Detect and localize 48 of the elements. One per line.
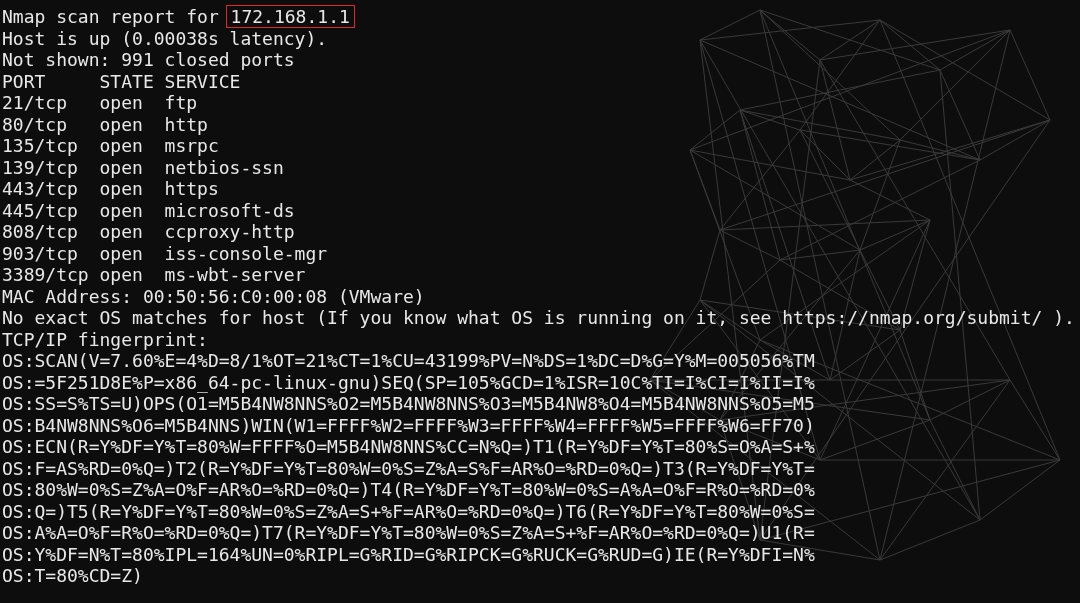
table-cell: http (164, 113, 208, 135)
table-cell-text: 135/tcp (2, 135, 79, 157)
table-cell-text: open (99, 156, 144, 178)
table-cell: msrpc (164, 135, 219, 157)
table-cell-text: 80/tcp (2, 113, 69, 135)
table-cell-text: open (99, 135, 144, 157)
table-cell-text: 21/tcp (2, 92, 69, 114)
fingerprint-line: OS:Y%DF=N%T=80%IPL=164%UN=0%RIPL=G%RID=G%RIPCK=G%RUCK=G%RUD=G)IE(R=Y%DFI=N% (2, 543, 815, 565)
table-cell: ms-wbt-server (164, 264, 306, 286)
fingerprint-line: OS:A%A=O%F=R%O=%RD=0%Q=)T7(R=Y%DF=Y%T=80%W=0%S=Z%A=S+%F=AR%O=%RD=0%Q=)U1(R= (2, 522, 815, 544)
output-line: Host is up (0.00038s latency). (2, 27, 328, 49)
table-cell-text: open (99, 92, 144, 114)
fingerprint-line: OS:80%W=0%S=Z%A=O%F=AR%O=%RD=0%Q=)T4(R=Y%DF=Y%T=80%W=0%S=A%A=O%F=R%O=%RD=0% (2, 479, 815, 501)
table-cell: iss-console-mgr (164, 242, 328, 264)
output-line: Not shown: 991 closed ports (2, 49, 295, 71)
column-header: PORT (2, 70, 47, 92)
output-line: No exact OS matches for host (If you know what OS is running on it, see https://nmap.org/submit/ ). (2, 307, 1075, 329)
table-cell-text: 903/tcp (2, 242, 79, 264)
fingerprint-line: OS:F=AS%RD=0%Q=)T2(R=Y%DF=Y%T=80%W=0%S=Z%A=S%F=AR%O=%RD=0%Q=)T3(R=Y%DF=Y%T= (2, 457, 815, 479)
table-cell-text: 3389/tcp (2, 264, 90, 286)
column-header: SERVICE (164, 70, 241, 92)
output-line: MAC Address: 00:50:56:C0:00:08 (VMware) (2, 285, 425, 307)
table-cell: ftp (164, 92, 198, 114)
host-address: 172.168.1.1 (225, 5, 355, 28)
table-cell: microsoft-ds (164, 199, 295, 221)
table-cell-text: open (99, 199, 144, 221)
fingerprint-line: OS:B4NW8NNS%O6=M5B4NNS)WIN(W1=FFFF%W2=FFFF%W3=FFFF%W4=FFFF%W5=FFFF%W6=FF70) (2, 414, 815, 436)
table-cell-text: open (99, 221, 144, 243)
table-cell-text: open (99, 178, 144, 200)
table-cell-text: open (99, 242, 144, 264)
column-header: STATE (99, 70, 155, 92)
fingerprint-line: OS:Q=)T5(R=Y%DF=Y%T=80%W=0%S=Z%A=S+%F=AR%O=%RD=0%Q=)T6(R=Y%DF=Y%T=80%W=0%S= (2, 500, 815, 522)
table-cell: https (164, 178, 219, 200)
table-cell-text: open (99, 264, 144, 286)
table-cell: netbios-ssn (164, 156, 284, 178)
table-cell-text: 808/tcp (2, 221, 79, 243)
table-cell-text: 445/tcp (2, 199, 79, 221)
fingerprint-line: OS:SCAN(V=7.60%E=4%D=8/1%OT=21%CT=1%CU=43199%PV=N%DS=1%DC=D%G=Y%M=005056%TM (2, 350, 815, 372)
table-cell-text: 443/tcp (2, 178, 79, 200)
fingerprint-line: OS:=5F251D8E%P=x86_64-pc-linux-gnu)SEQ(SP=105%GCD=1%ISR=10C%TI=I%CI=I%II=I% (2, 371, 815, 393)
fingerprint-line: OS:T=80%CD=Z) (2, 565, 143, 587)
table-cell: ccproxy-http (164, 221, 295, 243)
fingerprint-line: OS:SS=S%TS=U)OPS(O1=M5B4NW8NNS%O2=M5B4NW8NNS%O3=M5B4NW8%O4=M5B4NW8NNS%O5=M5 (2, 393, 815, 415)
report-label: Nmap scan report for (2, 6, 219, 27)
table-cell-text: 139/tcp (2, 156, 79, 178)
table-cell-text: open (99, 113, 144, 135)
output-line: TCP/IP fingerprint: (2, 328, 208, 350)
fingerprint-line: OS:ECN(R=Y%DF=Y%T=80%W=FFFF%O=M5B4NW8NNS%CC=N%Q=)T1(R=Y%DF=Y%T=80%S=O%A=S+% (2, 436, 815, 458)
